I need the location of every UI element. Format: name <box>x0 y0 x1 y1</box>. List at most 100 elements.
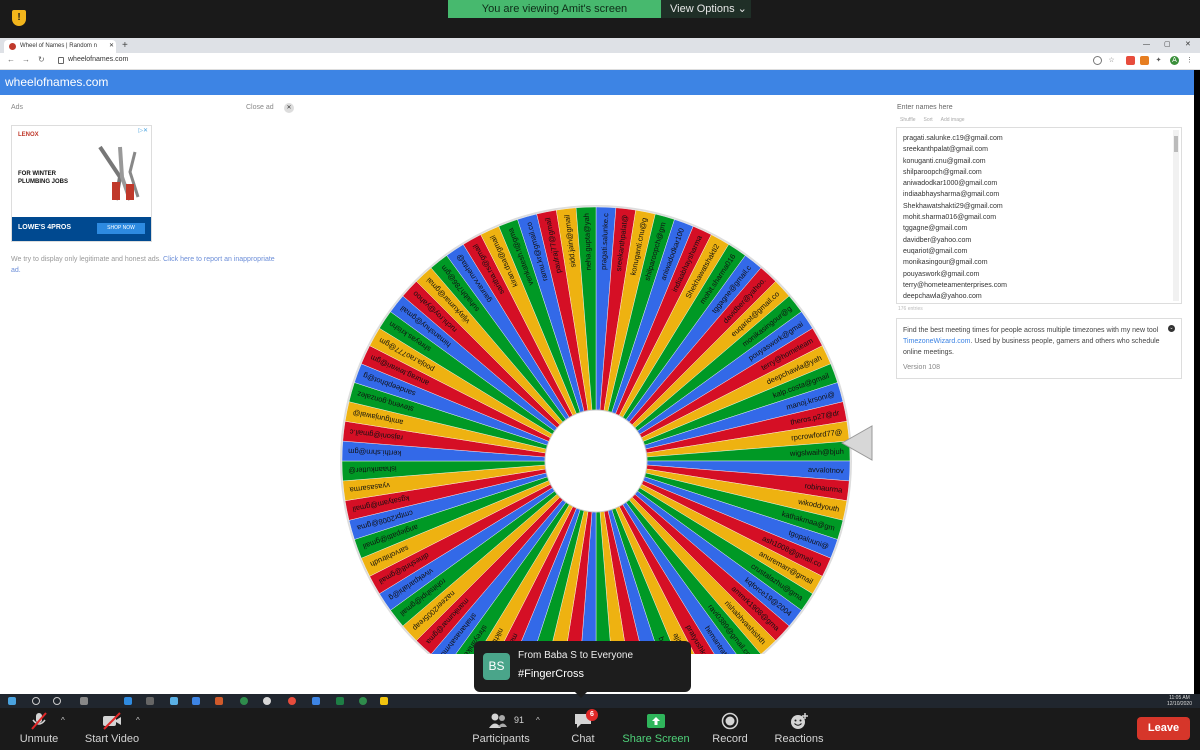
entry-item[interactable]: sreekanthpalat@gmail.com <box>903 144 1007 155</box>
chat-button[interactable]: 6 Chat <box>563 708 603 750</box>
lock-icon[interactable] <box>58 57 64 64</box>
app-icon[interactable] <box>263 697 271 705</box>
task-view-icon[interactable] <box>80 697 88 705</box>
wheel-of-names[interactable]: pragati.salunke.c sreekanthpalat@konugant… <box>335 134 875 654</box>
timezone-wizard-link[interactable]: TimezoneWizard.com <box>903 338 970 345</box>
excel-icon[interactable] <box>336 697 344 705</box>
store-icon[interactable] <box>146 697 154 705</box>
entry-item[interactable]: pouyaswork@gmail.com <box>903 269 1007 280</box>
start-video-button[interactable]: Start Video <box>82 708 142 750</box>
start-video-label: Start Video <box>84 733 140 745</box>
zoom-top-bar: ! You are viewing Amit's screen View Opt… <box>0 0 1200 38</box>
entry-item[interactable]: Shekhawatshakti29@gmail.com <box>903 201 1007 212</box>
forward-icon[interactable]: → <box>22 55 30 64</box>
new-tab-button[interactable]: + <box>122 38 128 53</box>
browser-tab[interactable]: Wheel of Names | Random n ✕ <box>4 40 116 53</box>
ad-note-text: We try to display only legitimate and ho… <box>11 256 164 263</box>
star-icon[interactable]: ☆ <box>1107 56 1116 65</box>
favicon-icon <box>9 43 16 50</box>
edge-icon[interactable] <box>124 697 132 705</box>
adchoices-icon[interactable]: ▷✕ <box>138 127 148 134</box>
emoji-plus-icon <box>791 713 808 729</box>
zoom-app-icon[interactable] <box>312 697 320 705</box>
sort-button[interactable]: Sort <box>923 117 932 123</box>
chat-notification[interactable]: BS From Baba S to Everyone #FingerCross <box>474 641 691 698</box>
ad-brand: LENOX <box>18 132 39 138</box>
participants-caret-icon[interactable]: ^ <box>536 716 540 725</box>
entry-item[interactable]: deepchawla@yahoo.com <box>903 291 1007 302</box>
entries-list: pragati.salunke.c19@gmail.com sreekanthpa… <box>903 133 1007 302</box>
ad-footer: LOWE'S 4PROS SHOP NOW <box>12 217 151 241</box>
shuffle-button[interactable]: Shuffle <box>900 117 915 123</box>
wheel-slice-label: ishaankutter@ <box>348 464 397 475</box>
tab-close-icon[interactable]: ✕ <box>109 40 114 53</box>
record-icon <box>721 712 739 730</box>
search-icon[interactable] <box>32 697 40 705</box>
entry-item[interactable]: konuganti.cnu@gmail.com <box>903 156 1007 167</box>
back-icon[interactable]: ← <box>7 55 15 64</box>
taskbar-clock[interactable]: 11:05 AM 12/10/2020 <box>1167 695 1192 707</box>
web-page: wheelofnames.com Ads Close ad ✕ LENOX ▷✕… <box>0 70 1194 694</box>
chrome-icon[interactable] <box>240 697 248 705</box>
scroll-thumb[interactable] <box>1174 136 1178 152</box>
entries-label: Enter names here <box>897 104 953 111</box>
windows-taskbar: 11:05 AM 12/10/2020 <box>0 694 1200 708</box>
entry-item[interactable]: shilparoopch@gmail.com <box>903 167 1007 178</box>
app-icon[interactable] <box>288 697 296 705</box>
entry-item[interactable]: monikasingour@gmail.com <box>903 257 1007 268</box>
windows-start-icon[interactable] <box>8 697 16 705</box>
audio-options-caret-icon[interactable]: ^ <box>61 716 65 725</box>
shop-now-button[interactable]: SHOP NOW <box>97 223 145 234</box>
participants-button[interactable]: 91 Participants <box>470 708 532 750</box>
advertisement[interactable]: LENOX ▷✕ FOR WINTER PLUMBING JOBS LOWE'S… <box>11 125 152 242</box>
app-icon[interactable] <box>215 697 223 705</box>
ad-disclaimer: We try to display only legitimate and ho… <box>11 254 276 276</box>
video-off-icon <box>103 712 121 730</box>
close-ad-icon[interactable]: ✕ <box>284 103 294 113</box>
video-options-caret-icon[interactable]: ^ <box>136 716 140 725</box>
minimize-icon[interactable]: — <box>1143 38 1150 51</box>
leave-button[interactable]: Leave <box>1137 717 1190 740</box>
chevron-down-icon[interactable]: ⌄ <box>1168 325 1175 332</box>
share-screen-button[interactable]: Share Screen <box>621 708 691 750</box>
entries-scrollbar[interactable] <box>1173 130 1179 301</box>
unmute-button[interactable]: Unmute <box>10 708 68 750</box>
puzzle-icon[interactable]: ✦ <box>1154 56 1163 65</box>
extension-icon[interactable] <box>1140 56 1149 65</box>
entry-item[interactable]: euqariot@gmail.com <box>903 246 1007 257</box>
profile-avatar[interactable]: A <box>1170 56 1179 65</box>
participants-label: Participants <box>472 733 530 745</box>
promo-text: Find the best meeting times for people a… <box>903 325 1168 358</box>
security-shield-icon[interactable]: ! <box>12 10 26 26</box>
entry-item[interactable]: pragati.salunke.c19@gmail.com <box>903 133 1007 144</box>
record-button[interactable]: Record <box>708 708 752 750</box>
window-close-icon[interactable]: ✕ <box>1185 38 1191 51</box>
location-icon[interactable] <box>1093 56 1102 65</box>
site-header[interactable]: wheelofnames.com <box>0 70 1194 95</box>
reload-icon[interactable]: ↻ <box>38 55 45 64</box>
chrome-icon[interactable] <box>359 697 367 705</box>
entry-item[interactable]: tggagne@gmail.com <box>903 223 1007 234</box>
close-ad-link[interactable]: Close ad <box>246 104 274 111</box>
maximize-icon[interactable]: ▢ <box>1164 38 1171 51</box>
dropbox-icon[interactable] <box>192 697 200 705</box>
entry-item[interactable]: mohit.sharma016@gmail.com <box>903 212 1007 223</box>
chat-unread-badge: 6 <box>586 709 598 721</box>
entry-item[interactable]: indiaabhaysharma@gmail.com <box>903 189 1007 200</box>
add-image-button[interactable]: Add image <box>941 117 965 123</box>
notepad-icon[interactable] <box>380 697 388 705</box>
tab-title: Wheel of Names | Random n <box>20 43 97 49</box>
wheel-slice-label: avvalotnov <box>808 465 844 475</box>
wheel-center[interactable] <box>544 409 648 513</box>
reactions-button[interactable]: Reactions <box>772 708 826 750</box>
entry-item[interactable]: aniwadodkar1000@gmail.com <box>903 178 1007 189</box>
url-field[interactable]: wheelofnames.com <box>68 56 128 63</box>
cortana-icon[interactable] <box>53 697 61 705</box>
entry-item[interactable]: davidber@yahoo.com <box>903 235 1007 246</box>
view-options-button[interactable]: View Options ⌄ <box>661 0 751 18</box>
menu-icon[interactable]: ⋮ <box>1185 56 1194 65</box>
entry-item[interactable]: terry@hometeamenterprises.com <box>903 280 1007 291</box>
app-icon[interactable] <box>170 697 178 705</box>
entries-textarea[interactable]: pragati.salunke.c19@gmail.com sreekanthpa… <box>896 127 1182 304</box>
extension-icon[interactable] <box>1126 56 1135 65</box>
